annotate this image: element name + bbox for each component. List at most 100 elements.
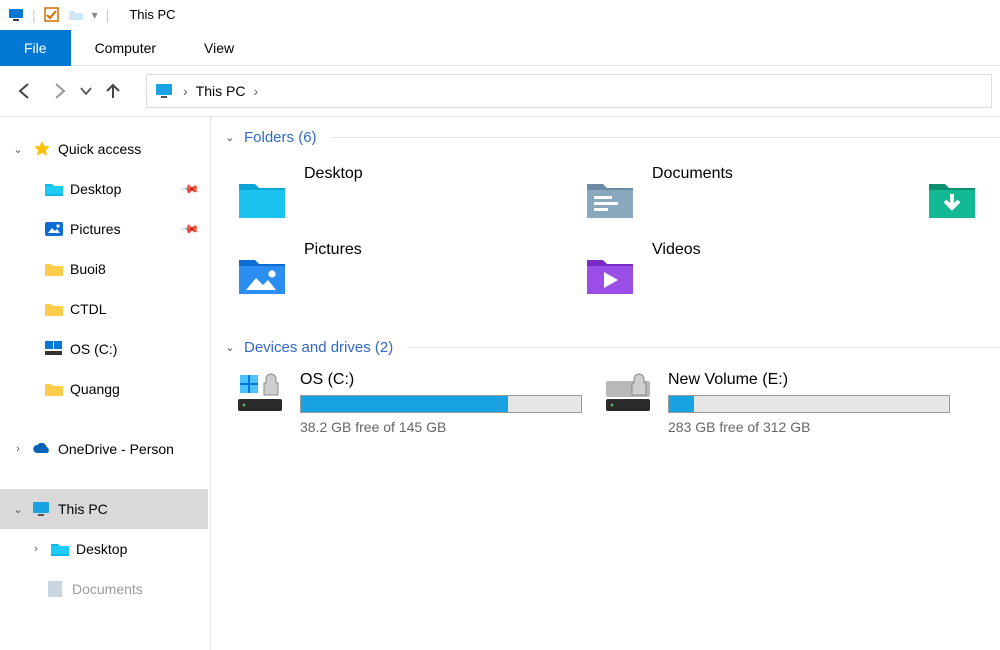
sidebar-item-label: Documents: [72, 581, 143, 597]
divider: [407, 347, 1000, 348]
sidebar-quick-quangg[interactable]: Quangg: [0, 369, 208, 409]
group-folders-header[interactable]: ⌄ Folders (6): [222, 123, 1000, 151]
splitter[interactable]: [208, 117, 216, 650]
drive-icon: [44, 339, 64, 359]
folder-downloads[interactable]: [918, 161, 978, 237]
group-label: Folders (6): [244, 129, 317, 146]
chevron-down-icon[interactable]: ⌄: [10, 503, 26, 516]
drive-info: New Volume (E:) 283 GB free of 312 GB: [668, 371, 950, 435]
sidebar-onedrive[interactable]: › OneDrive - Person: [0, 429, 208, 469]
qat-separator-2: |: [106, 7, 110, 23]
tab-file[interactable]: File: [0, 30, 71, 66]
address-bar[interactable]: › This PC ›: [146, 74, 992, 108]
breadcrumb-chevron[interactable]: ›: [183, 83, 188, 99]
drive-label: New Volume (E:): [668, 371, 950, 389]
title-bar: | ▾ | This PC: [0, 0, 1000, 30]
sidebar-quick-osc[interactable]: OS (C:): [0, 329, 208, 369]
drive-free-text: 283 GB free of 312 GB: [668, 419, 950, 435]
breadcrumb-this-pc[interactable]: This PC: [196, 83, 246, 99]
pictures-folder-icon: [236, 252, 288, 298]
sidebar-item-label: Desktop: [70, 181, 121, 197]
up-button[interactable]: [96, 74, 130, 108]
chevron-down-icon[interactable]: ⌄: [10, 143, 26, 156]
sidebar-this-pc[interactable]: ⌄ This PC: [0, 489, 208, 529]
folder-icon: [44, 299, 64, 319]
folder-label: Desktop: [304, 165, 363, 183]
sidebar-quick-ctdl[interactable]: CTDL: [0, 289, 208, 329]
tab-computer[interactable]: Computer: [71, 30, 180, 66]
divider: [331, 137, 1000, 138]
desktop-icon: [44, 179, 64, 199]
folder-pictures[interactable]: Pictures: [222, 237, 566, 313]
folder-icon: [44, 379, 64, 399]
sidebar-item-label: Buoi8: [70, 261, 106, 277]
monitor-icon: [155, 81, 175, 101]
drive-icon: [236, 371, 288, 435]
folders-grid: Desktop Documents Pictures: [222, 151, 1000, 333]
downloads-folder-icon: [926, 176, 978, 222]
drive-os-c[interactable]: OS (C:) 38.2 GB free of 145 GB: [222, 371, 582, 435]
main-panel: ⌄ Folders (6) Desktop Documents: [216, 117, 1000, 650]
group-label: Devices and drives (2): [244, 339, 393, 356]
recent-dropdown[interactable]: [76, 74, 96, 108]
breadcrumb-chevron-end[interactable]: ›: [253, 83, 258, 99]
folder-documents[interactable]: Documents: [570, 161, 914, 237]
sidebar-item-label: This PC: [58, 501, 108, 517]
drive-capacity-bar: [668, 395, 950, 413]
sidebar-pc-documents[interactable]: Documents: [0, 569, 208, 609]
tab-view[interactable]: View: [180, 30, 258, 66]
sidebar-quick-desktop[interactable]: Desktop 📌: [0, 169, 208, 209]
content-area: ⌄ Quick access Desktop 📌 Pictures 📌 Buo: [0, 116, 1000, 650]
sidebar-quick-access[interactable]: ⌄ Quick access: [0, 129, 208, 169]
ribbon-tabs: File Computer View: [0, 30, 1000, 66]
sidebar: ⌄ Quick access Desktop 📌 Pictures 📌 Buo: [0, 117, 208, 650]
folder-desktop[interactable]: Desktop: [222, 161, 566, 237]
qat-dropdown-icon[interactable]: ▾: [92, 8, 98, 22]
group-drives-header[interactable]: ⌄ Devices and drives (2): [222, 333, 1000, 361]
folder-label: Videos: [652, 241, 701, 259]
sidebar-quick-pictures[interactable]: Pictures 📌: [0, 209, 208, 249]
star-icon: [32, 139, 52, 159]
nav-row: › This PC ›: [0, 66, 1000, 116]
folder-videos[interactable]: Videos: [570, 237, 914, 313]
documents-folder-icon: [584, 176, 636, 222]
drive-info: OS (C:) 38.2 GB free of 145 GB: [300, 371, 582, 435]
videos-folder-icon: [584, 252, 636, 298]
sidebar-item-label: Desktop: [76, 541, 127, 557]
sidebar-item-label: Quangg: [70, 381, 120, 397]
sidebar-pc-desktop[interactable]: › Desktop: [0, 529, 208, 569]
pictures-icon: [44, 219, 64, 239]
documents-icon: [46, 579, 66, 599]
sidebar-item-label: OneDrive - Person: [58, 441, 174, 457]
back-button[interactable]: [8, 74, 42, 108]
desktop-icon: [50, 539, 70, 559]
sidebar-quick-buoi8[interactable]: Buoi8: [0, 249, 208, 289]
drive-icon: [604, 371, 656, 435]
monitor-icon: [32, 499, 52, 519]
sidebar-item-label: Pictures: [70, 221, 121, 237]
folder-icon: [44, 259, 64, 279]
chevron-down-icon[interactable]: ⌄: [222, 341, 238, 354]
pin-icon: 📌: [180, 179, 200, 199]
cloud-icon: [32, 439, 52, 459]
forward-button[interactable]: [42, 74, 76, 108]
chevron-right-icon[interactable]: ›: [10, 443, 26, 455]
qat-separator: |: [32, 7, 36, 23]
chevron-right-icon[interactable]: ›: [28, 543, 44, 555]
folder-small-icon[interactable]: [68, 7, 84, 23]
sidebar-item-label: OS (C:): [70, 341, 117, 357]
window-title: This PC: [129, 7, 175, 22]
checkbox-icon[interactable]: [44, 7, 60, 23]
monitor-icon: [8, 7, 24, 23]
drive-new-volume-e[interactable]: New Volume (E:) 283 GB free of 312 GB: [590, 371, 950, 435]
desktop-folder-icon: [236, 176, 288, 222]
sidebar-item-label: Quick access: [58, 141, 141, 157]
folder-label: Pictures: [304, 241, 362, 259]
drive-free-text: 38.2 GB free of 145 GB: [300, 419, 582, 435]
pin-icon: 📌: [180, 219, 200, 239]
chevron-down-icon[interactable]: ⌄: [222, 131, 238, 144]
drive-capacity-bar: [300, 395, 582, 413]
folder-label: Documents: [652, 165, 733, 183]
sidebar-item-label: CTDL: [70, 301, 107, 317]
drive-label: OS (C:): [300, 371, 582, 389]
